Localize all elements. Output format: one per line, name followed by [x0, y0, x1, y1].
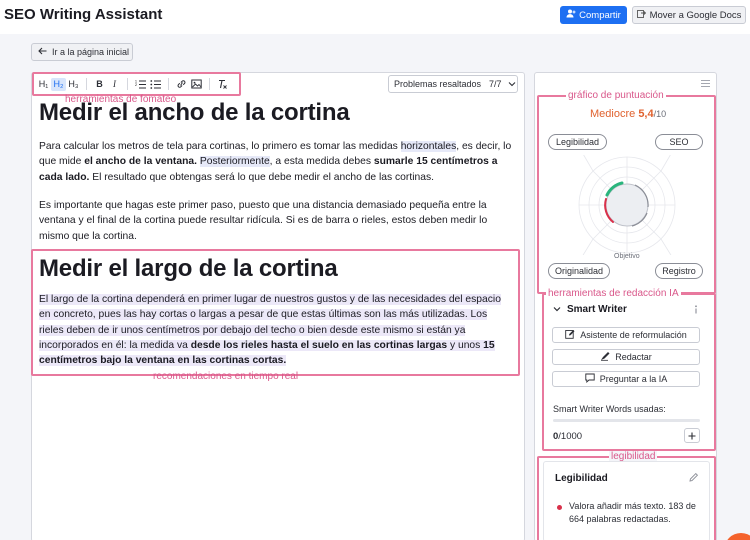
- text-run: El resultado que obtengas será lo que de…: [89, 171, 434, 183]
- words-count: 0/1000: [553, 431, 582, 442]
- arrow-left-icon: [38, 47, 47, 57]
- rephrase-assistant-button[interactable]: Asistente de reformulación: [552, 327, 700, 343]
- readability-pill[interactable]: Legibilidad: [548, 134, 607, 150]
- top-bar: SEO Writing Assistant Compartir Mover a …: [0, 0, 750, 34]
- seo-pill[interactable]: SEO: [655, 134, 703, 150]
- warning-dot-icon: [557, 505, 562, 510]
- italic-button[interactable]: I: [107, 78, 122, 91]
- recommendations-annotation-frame: [31, 249, 520, 376]
- ordered-list-icon[interactable]: 12: [133, 78, 148, 91]
- highlighted-issues-dropdown[interactable]: Problemas resaltados 7/7: [388, 75, 518, 93]
- formatting-toolbar: H₁ H₂ H₃ B I 12: [36, 77, 230, 91]
- bold-text: el ancho de la ventana.: [84, 156, 197, 168]
- chevron-down-icon: [553, 304, 561, 315]
- score-word: Mediocre: [590, 108, 636, 120]
- ai-tools-annotation: herramientas de redacción IA: [546, 288, 681, 299]
- gdocs-label: Mover a Google Docs: [649, 9, 742, 21]
- quill-icon: [600, 351, 610, 363]
- document-paragraph-2[interactable]: Es importante que hagas este primer paso…: [39, 198, 513, 244]
- toolbar-divider: [86, 78, 87, 90]
- document-heading-1[interactable]: Medir el ancho de la cortina: [39, 99, 350, 127]
- move-to-google-docs-button[interactable]: Mover a Google Docs: [632, 6, 746, 24]
- compose-button[interactable]: Redactar: [552, 349, 700, 365]
- text-run: , a esta medida debes: [269, 156, 374, 168]
- heading2-button[interactable]: H₂: [51, 77, 66, 91]
- originality-pill[interactable]: Originalidad: [548, 263, 610, 279]
- words-total: /1000: [558, 431, 583, 442]
- heading3-button[interactable]: H₃: [66, 78, 81, 91]
- recommendations-annotation: recomendaciones en tiempo real: [153, 371, 299, 382]
- pencil-icon[interactable]: [689, 472, 699, 484]
- toolbar-divider: [127, 78, 128, 90]
- edit-icon: [565, 329, 575, 341]
- info-icon[interactable]: [693, 305, 699, 316]
- ask-ai-button[interactable]: Preguntar a la IA: [552, 371, 700, 387]
- overall-score: Mediocre 5,4/10: [590, 108, 666, 120]
- help-fab-button[interactable]: [724, 533, 750, 540]
- link-icon[interactable]: [174, 78, 189, 91]
- svg-text:2: 2: [135, 83, 137, 87]
- back-to-home-button[interactable]: Ir a la página inicial: [31, 43, 133, 61]
- smart-writer-header[interactable]: Smart Writer: [553, 304, 627, 315]
- toolbar-divider: [209, 78, 210, 90]
- heading1-button[interactable]: H₁: [36, 78, 51, 91]
- gauge-connector: [582, 238, 594, 255]
- score-gauge: [578, 155, 676, 255]
- add-words-button[interactable]: [684, 428, 700, 443]
- share-button[interactable]: Compartir: [560, 6, 627, 24]
- bold-button[interactable]: B: [92, 78, 107, 91]
- app-title: SEO Writing Assistant: [4, 6, 163, 23]
- menu-icon[interactable]: [701, 78, 710, 90]
- back-label: Ir a la página inicial: [52, 47, 130, 57]
- words-used-label: Smart Writer Words usadas:: [553, 404, 666, 414]
- add-user-icon: [566, 9, 576, 21]
- clear-format-icon[interactable]: [215, 78, 230, 91]
- gauge-connector: [660, 238, 672, 255]
- text-run: Para calcular los metros de tela para co…: [39, 141, 401, 152]
- readability-tip: Valora añadir más texto. 183 de 664 pala…: [569, 501, 696, 524]
- gauge-connector: [660, 155, 671, 172]
- rephrase-label: Asistente de reformulación: [580, 330, 687, 340]
- score-max: /10: [653, 109, 667, 119]
- ask-ai-label: Preguntar a la IA: [599, 374, 668, 384]
- export-icon: [636, 9, 646, 21]
- tone-pill[interactable]: Registro: [655, 263, 703, 279]
- share-label: Compartir: [579, 9, 621, 21]
- highlighted-term[interactable]: Posteriormente: [199, 156, 270, 168]
- gauge-connector: [583, 155, 594, 172]
- toolbar-divider: [168, 78, 169, 90]
- readability-title: Legibilidad: [555, 473, 608, 484]
- words-progress-bar: [553, 419, 700, 422]
- image-icon[interactable]: [189, 78, 204, 91]
- bullet-list-icon[interactable]: [148, 78, 163, 91]
- issues-label: Problemas resaltados: [394, 79, 482, 89]
- plus-icon: [688, 432, 696, 439]
- smart-writer-title: Smart Writer: [567, 304, 627, 315]
- score-value: 5,4: [638, 108, 654, 120]
- document-paragraph-1[interactable]: Para calcular los metros de tela para co…: [39, 139, 513, 185]
- target-label: Objetivo: [614, 253, 640, 260]
- score-chart-annotation: gráfico de puntuación: [566, 90, 666, 101]
- issues-count: 7/7: [489, 79, 502, 89]
- chat-icon: [585, 373, 595, 385]
- highlighted-term[interactable]: horizontales: [400, 141, 457, 152]
- chevron-down-icon: [508, 79, 516, 89]
- compose-label: Redactar: [615, 352, 652, 362]
